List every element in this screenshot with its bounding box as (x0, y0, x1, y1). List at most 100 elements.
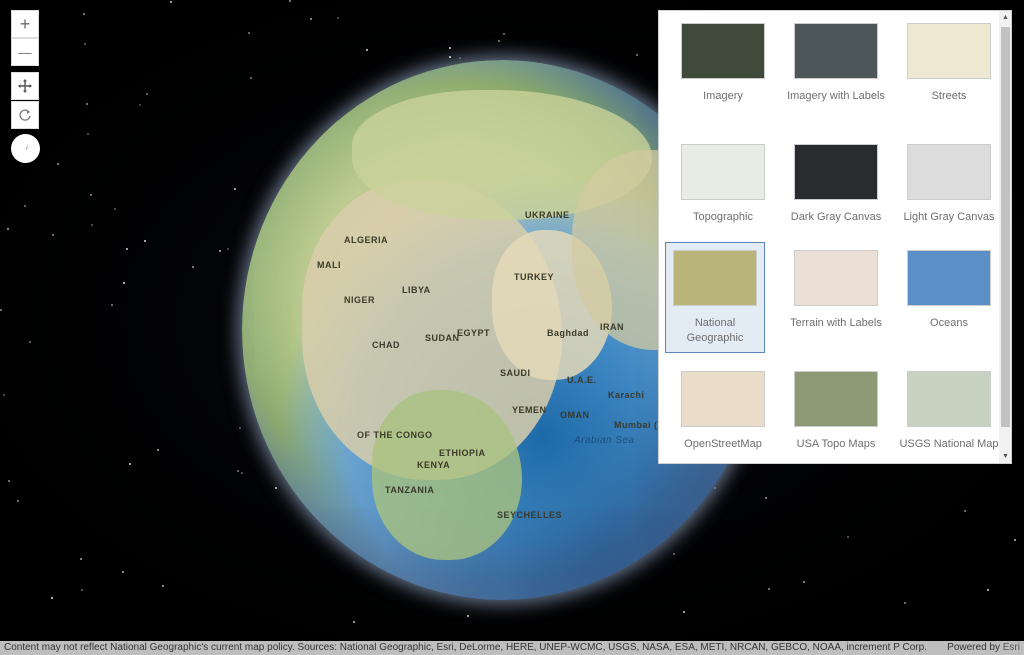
basemap-label: Imagery (703, 90, 743, 102)
star (126, 248, 128, 250)
label-yemen: YEMEN (512, 405, 547, 415)
star (86, 103, 88, 105)
star (239, 427, 241, 429)
basemap-thumbnail (907, 250, 991, 306)
star (449, 47, 451, 49)
label-congo: OF THE CONGO (357, 430, 433, 440)
pan-mode-button[interactable] (11, 72, 39, 100)
star (84, 43, 86, 45)
compass-icon (23, 142, 28, 155)
star (241, 472, 243, 474)
label-baghdad: Baghdad (547, 328, 590, 338)
basemap-item[interactable]: USGS National Map (899, 371, 999, 452)
basemap-item[interactable]: Light Gray Canvas (899, 144, 999, 225)
star (57, 163, 59, 165)
star (1014, 539, 1016, 541)
label-mali: MALI (317, 260, 341, 270)
star (129, 463, 131, 465)
label-karachi: Karachi (608, 390, 645, 400)
label-algeria: ALGERIA (344, 235, 388, 245)
star (219, 250, 221, 252)
star (227, 248, 229, 250)
star (122, 571, 124, 573)
star (803, 581, 805, 583)
star (51, 597, 53, 599)
basemap-thumbnail (907, 371, 991, 427)
zoom-out-button[interactable]: — (11, 38, 39, 66)
label-arabian-sea: Arabian Sea (574, 435, 635, 446)
star (310, 18, 312, 20)
scrollbar[interactable]: ▲ ▼ (999, 11, 1011, 463)
basemap-thumbnail (681, 371, 765, 427)
rotate-mode-button[interactable] (11, 101, 39, 129)
star (449, 56, 451, 58)
basemap-item[interactable]: Streets (899, 23, 999, 104)
star (847, 536, 849, 538)
basemap-label: Dark Gray Canvas (790, 211, 882, 223)
star (0, 309, 2, 311)
attribution-text: Content may not reflect National Geograp… (4, 642, 927, 653)
compass-button[interactable] (11, 134, 40, 163)
basemap-item[interactable]: Topographic (673, 144, 773, 225)
scroll-thumb[interactable] (1001, 27, 1010, 427)
star (765, 497, 767, 499)
label-kenya: KENYA (417, 460, 451, 470)
star (139, 104, 141, 106)
star (7, 228, 9, 230)
star (353, 621, 355, 623)
basemap-item[interactable]: National Geographic (665, 242, 765, 353)
label-uae: U.A.E. (567, 375, 597, 385)
star (8, 480, 10, 482)
star (83, 13, 85, 15)
star (90, 194, 92, 196)
scroll-up-icon[interactable]: ▲ (999, 11, 1011, 24)
star (81, 589, 83, 591)
basemap-label: Oceans (930, 317, 968, 329)
zoom-in-button[interactable]: + (11, 10, 39, 38)
label-egypt: EGYPT (457, 328, 491, 338)
basemap-gallery: Imagery Imagery with Labels Streets Topogra… (658, 10, 1012, 464)
plus-icon: + (19, 13, 31, 34)
label-ukraine: UKRAINE (525, 210, 570, 220)
star (237, 470, 239, 472)
basemap-label: National Geographic (686, 317, 744, 344)
label-sudan: SUDAN (425, 333, 460, 343)
star (170, 1, 172, 3)
basemap-item[interactable]: Imagery with Labels (786, 23, 886, 104)
basemap-item[interactable]: Oceans (899, 250, 999, 331)
basemap-thumbnail (907, 144, 991, 200)
powered-by: Powered by Esri (947, 641, 1020, 655)
star (123, 282, 125, 284)
label-saudi: SAUDI (500, 368, 531, 378)
star (52, 234, 54, 236)
star (234, 188, 236, 190)
map-view[interactable]: ALGERIA LIBYA EGYPT MALI NIGER CHAD SUDA… (0, 0, 1024, 641)
basemap-thumbnail (681, 144, 765, 200)
star (467, 615, 469, 617)
star (111, 304, 113, 306)
basemap-item[interactable]: Imagery (673, 23, 773, 104)
esri-link[interactable]: Esri (1003, 642, 1020, 653)
label-chad: CHAD (372, 340, 400, 350)
star (275, 487, 277, 489)
basemap-label: Light Gray Canvas (903, 211, 995, 223)
label-tanzania: TANZANIA (385, 485, 435, 495)
scroll-down-icon[interactable]: ▼ (999, 450, 1011, 463)
basemap-item[interactable]: USA Topo Maps (786, 371, 886, 452)
star (29, 341, 31, 343)
basemap-item[interactable]: Dark Gray Canvas (786, 144, 886, 225)
star (162, 585, 164, 587)
star (768, 588, 770, 590)
star (144, 240, 146, 242)
star (683, 611, 685, 613)
basemap-label: USGS National Map (899, 438, 999, 450)
powered-by-label: Powered by (947, 642, 1000, 653)
star (157, 449, 159, 451)
basemap-item[interactable]: Terrain with Labels (786, 250, 886, 331)
star (192, 266, 194, 268)
basemap-thumbnail (673, 250, 757, 306)
basemap-item[interactable]: OpenStreetMap (673, 371, 773, 452)
star (91, 224, 93, 226)
basemap-label: Imagery with Labels (787, 90, 885, 102)
star (24, 205, 26, 207)
